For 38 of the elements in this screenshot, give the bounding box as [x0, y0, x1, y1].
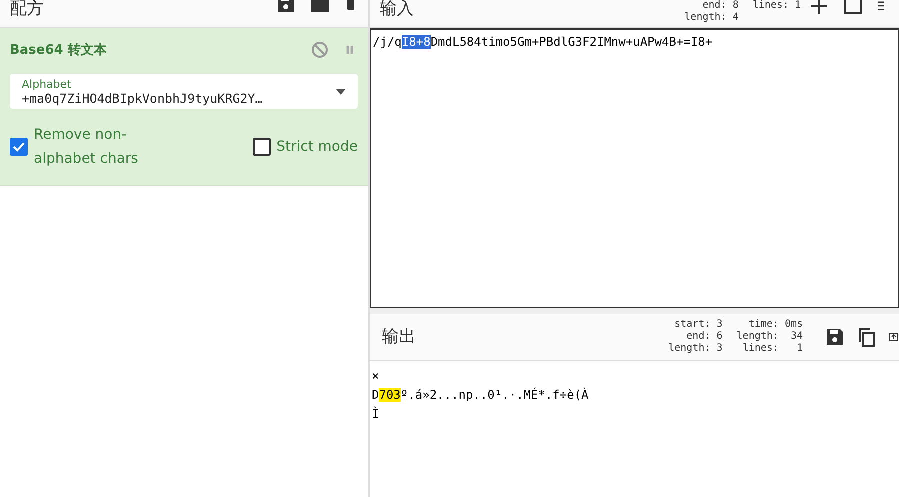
checkbox[interactable] — [252, 138, 271, 156]
window-icon[interactable] — [843, 0, 863, 16]
stat-label: length: — [668, 343, 711, 355]
stat-value: 1 — [794, 0, 801, 13]
stat-value: 6 — [716, 331, 723, 343]
plus-icon[interactable] — [809, 0, 829, 16]
alphabet-dropdown[interactable]: Alphabet +ma0q7ZiHO4dBIpkVonbhJ9tyuKRG2Y… — [10, 74, 358, 109]
stat-label: length: — [736, 331, 779, 343]
stat-value: 3 — [716, 343, 723, 355]
stat-label: lines: — [742, 343, 779, 355]
checkbox[interactable] — [10, 138, 28, 156]
input-text: /j/qI8+8DmdL584timo5Gm+PBdlG3F2IMnw+uAPw4B+=I8+ — [373, 35, 713, 49]
operation-name: Base64 转文本 — [10, 42, 107, 59]
output-line: D703º.á»2...np..0¹.·.MÉ*.f÷è(À — [372, 386, 590, 404]
stat-label: length: — [684, 12, 727, 24]
option-label: Remove non-alphabet chars — [34, 126, 140, 169]
output-line: × — [372, 368, 380, 385]
stat-value: 4 — [732, 12, 739, 24]
stat-value: 0ms — [784, 319, 803, 331]
stat-value: 3 — [716, 319, 723, 331]
option-label: Strict mode — [276, 138, 358, 157]
alphabet-label: Alphabet — [22, 78, 72, 91]
stat-label: time: — [748, 319, 779, 331]
save-icon[interactable] — [825, 327, 845, 347]
copy-icon[interactable] — [857, 327, 877, 347]
stat-label: end: — [702, 0, 727, 12]
output-title: 输出 — [382, 327, 416, 347]
alphabet-value: +ma0q7ZiHO4dBIpkVonbhJ9tyuKRG2Y… — [22, 91, 264, 106]
output-line: Ì — [372, 406, 380, 423]
stat-label: lines: — [752, 0, 789, 13]
caret-icon — [336, 89, 346, 95]
stat-label: end: — [686, 331, 711, 343]
stat-label: start: — [674, 319, 711, 331]
stat-value: 1 — [796, 343, 803, 355]
stat-value: 8 — [732, 0, 739, 12]
input-title: 输入 — [380, 0, 414, 21]
stat-value: 34 — [790, 331, 803, 343]
save-icon[interactable] — [276, 0, 296, 14]
